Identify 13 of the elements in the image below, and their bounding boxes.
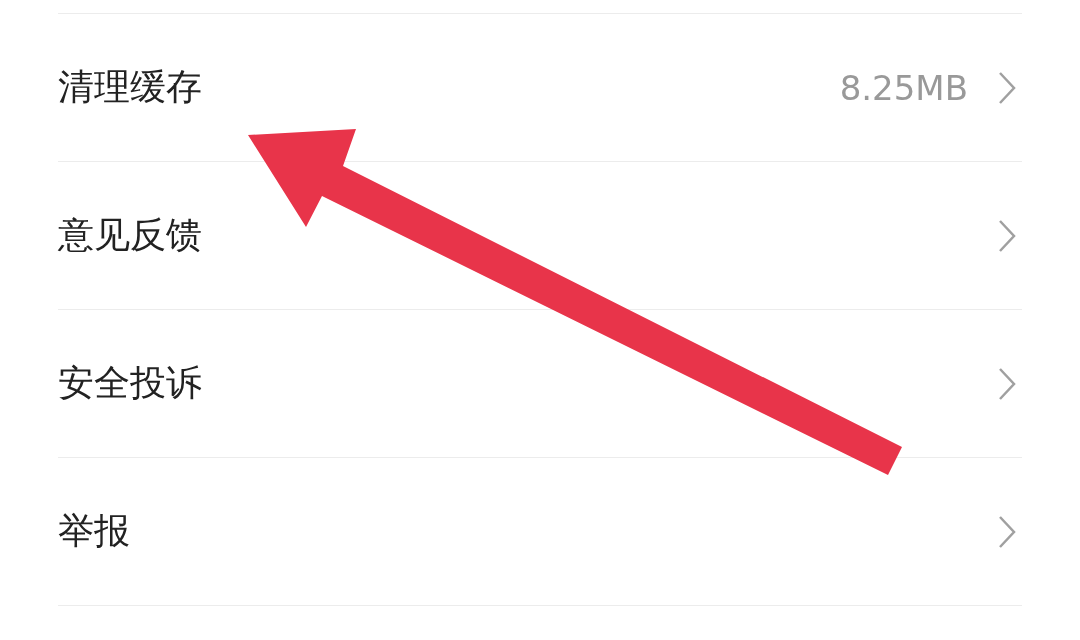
row-label: 举报 bbox=[58, 509, 131, 553]
chevron-icon bbox=[998, 514, 1016, 549]
row-label: 安全投诉 bbox=[58, 361, 203, 405]
settings-row[interactable]: 清理缓存 8.25MB bbox=[58, 14, 1022, 161]
row-value: 8.25MB bbox=[839, 67, 968, 108]
settings-row[interactable]: 安全投诉 bbox=[58, 310, 1022, 457]
settings-row[interactable]: 举报 bbox=[58, 458, 1022, 605]
row-label: 清理缓存 bbox=[58, 65, 203, 109]
chevron-icon bbox=[998, 366, 1016, 401]
chevron-icon bbox=[998, 218, 1016, 253]
row-label: 意见反馈 bbox=[58, 213, 203, 257]
settings-row[interactable]: 意见反馈 bbox=[58, 162, 1022, 309]
chevron-icon bbox=[998, 70, 1016, 105]
